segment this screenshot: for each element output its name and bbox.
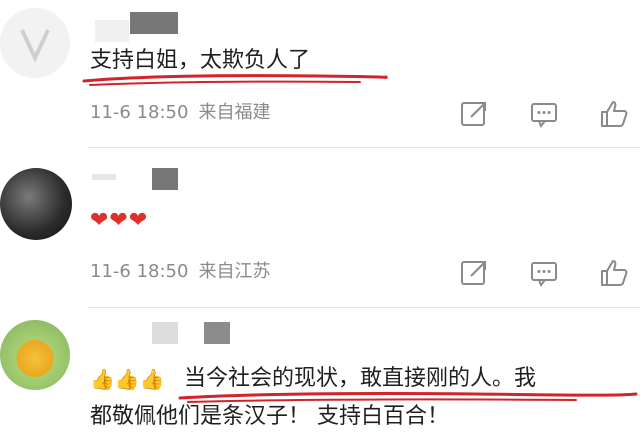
like-button[interactable] [599,99,629,129]
username-redacted [95,20,129,42]
avatar[interactable] [0,8,70,78]
comment-meta: 11-6 18:50 来自江苏 [90,260,270,284]
avatar[interactable] [0,320,70,390]
thumbs-up-icon [601,101,628,127]
comment-location: 来自福建 [198,102,271,123]
comment-button[interactable] [529,99,559,129]
avatar[interactable] [0,168,72,240]
avatar-placeholder-icon [0,8,70,78]
username-redacted [92,174,116,180]
comment-time: 11-6 18:50 [90,261,189,282]
username-redacted[interactable] [152,168,178,190]
share-button[interactable] [459,99,489,129]
comment-item-2: ❤❤❤ 11-6 18:50 来自江苏 [0,148,640,308]
share-button[interactable] [459,258,489,288]
thumbs-up-icon [601,260,628,286]
heart-emoji: ❤❤❤ [90,208,149,233]
comment-location: 来自江苏 [198,261,271,282]
username-redacted[interactable] [130,12,178,34]
comment-text-line-2: 都敬佩他们是条汉子！ 支持白百合！ [90,404,449,429]
comment-item-3: 👍👍👍 当今社会的现状，敢直接刚的人。我 都敬佩他们是条汉子！ 支持白百合！ [0,308,640,429]
comment-item-1: 支持白姐，太欺负人了 11-6 18:50 来自福建 [0,0,640,148]
comment-button[interactable] [529,258,559,288]
username-redacted[interactable] [152,322,178,344]
red-underline [82,74,388,86]
username-redacted [204,322,230,344]
comment-meta: 11-6 18:50 来自福建 [90,101,270,125]
comment-time: 11-6 18:50 [90,102,189,123]
comment-icon [531,103,557,128]
share-icon [461,102,486,126]
thumbs-emoji: 👍👍👍 [90,367,165,391]
comment-icon [531,262,557,287]
like-button[interactable] [599,258,629,288]
share-icon [461,261,486,285]
